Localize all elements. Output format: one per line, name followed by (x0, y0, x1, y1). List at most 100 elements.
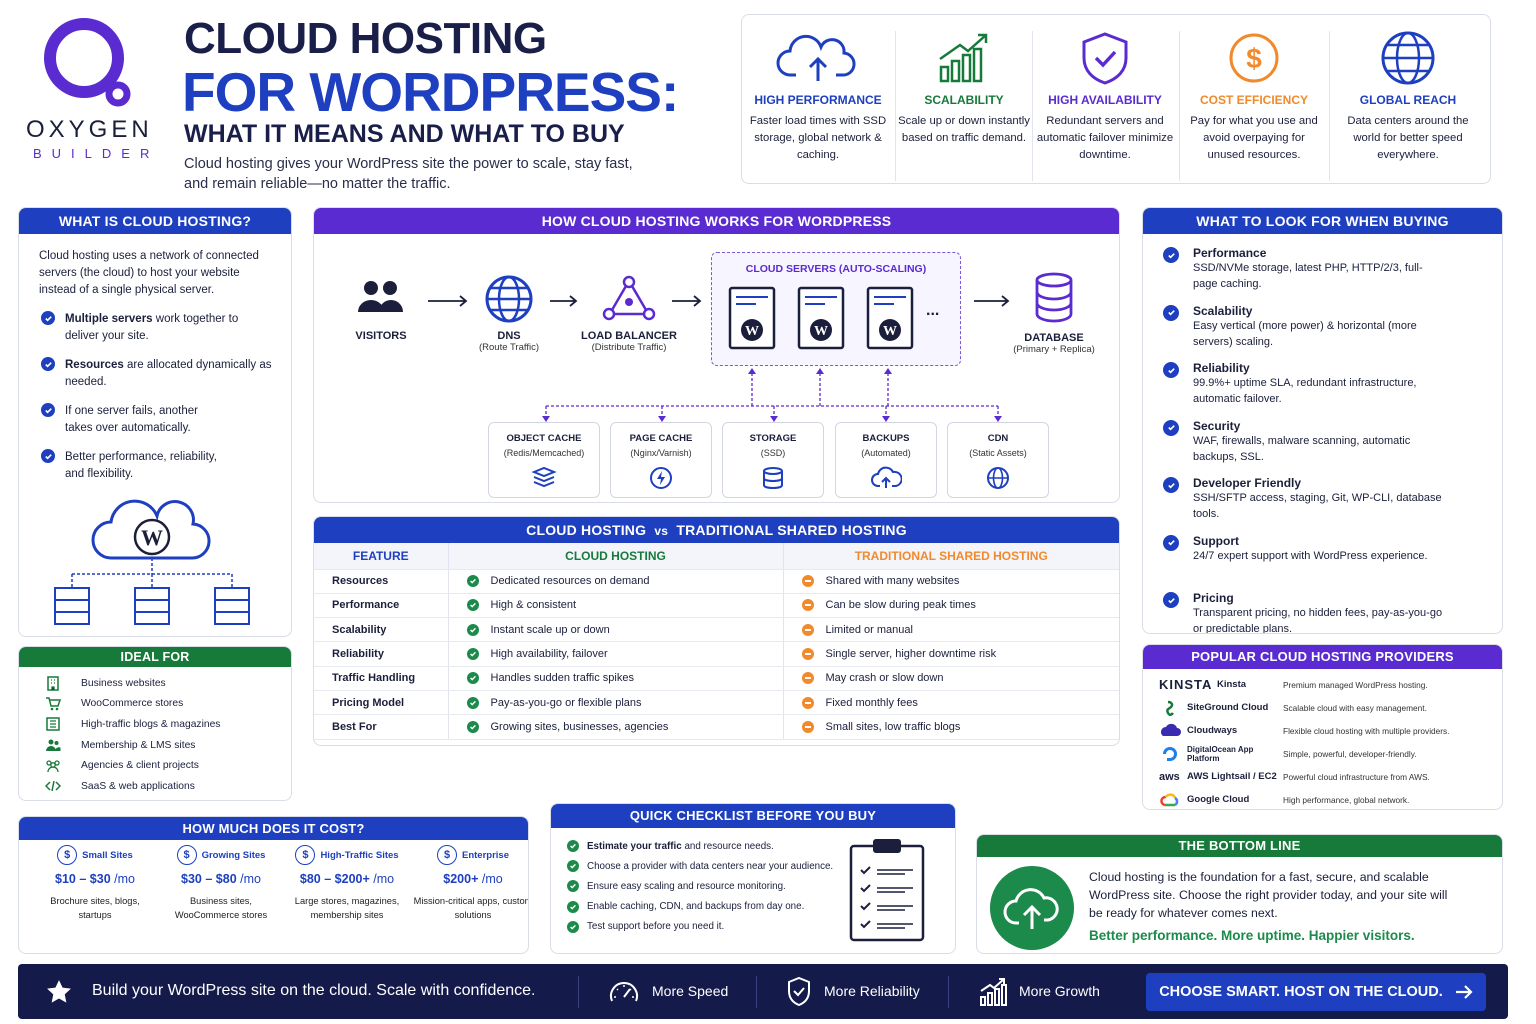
aws-logo: aws (1159, 770, 1180, 783)
benefit-global-reach: GLOBAL REACH Data centers around the wor… (1338, 31, 1478, 164)
provider-row: SiteGround Cloud Scalable cloud with easy… (1159, 696, 1502, 719)
comparison-row: Reliability High availability, failover Si… (314, 641, 1119, 667)
arrow-icon (428, 295, 468, 307)
minus-icon (801, 575, 814, 588)
check-icon (567, 880, 579, 893)
benefit-desc: Pay for what you use and avoid overpayin… (1190, 115, 1318, 161)
dollar-icon: $ (295, 845, 316, 865)
cost-panel: HOW MUCH DOES IT COST? $ Small Sites $10 –… (18, 816, 529, 954)
bottom-line-header: THE BOTTOM LINE (977, 835, 1502, 857)
comparison-row: Scalability Instant scale up or down Limit… (314, 617, 1119, 643)
arrow-right-icon (1455, 985, 1473, 999)
comparison-row: Performance High & consistent Can be slow … (314, 593, 1119, 619)
bottom-line-panel: THE BOTTOM LINE Cloud hosting is the fou… (976, 834, 1503, 954)
comparison-row: Resources Dedicated resources on demand Sh… (314, 569, 1119, 594)
cdn-component: CDN (Static Assets) (947, 422, 1049, 498)
building-icon (47, 676, 59, 692)
buying-criterion: Security WAF, firewalls, malware scanning… (1163, 419, 1502, 477)
what-is-intro: Cloud hosting uses a network of connecte… (39, 250, 259, 296)
what-is-point: Resources are allocated dynamically as n… (41, 357, 275, 391)
ideal-item: Business websites (45, 673, 291, 694)
backups-component: BACKUPS (Automated) (835, 422, 937, 498)
buying-header: WHAT TO LOOK FOR WHEN BUYING (1143, 208, 1502, 234)
comparison-row: Best For Growing sites, businesses, agenc… (314, 714, 1119, 740)
oxygen-logo-icon (42, 16, 134, 108)
database-node: DATABASE (Primary + Replica) (1006, 272, 1102, 355)
checklist-header: QUICK CHECKLIST BEFORE YOU BUY (551, 804, 955, 828)
brand-sub: BUILDER (33, 146, 160, 161)
page-cache-component: PAGE CACHE (Nginx/Varnish) (610, 422, 712, 498)
dollar-icon: $ (1229, 33, 1279, 83)
title-line1: CLOUD HOSTING (184, 14, 547, 63)
provider-row: Cloudways Flexible cloud hosting with mul… (1159, 719, 1502, 742)
check-icon (1163, 534, 1179, 551)
wordpress-servers: WWW (728, 286, 914, 350)
check-icon (1163, 304, 1179, 321)
benefit-high-availability: HIGH AVAILABILITY Redundant servers and … (1035, 31, 1175, 164)
buying-guide-panel: WHAT TO LOOK FOR WHEN BUYING Performance… (1142, 207, 1503, 634)
benefit-title: COST EFFICIENCY (1199, 93, 1308, 107)
cta-button[interactable]: CHOOSE SMART. HOST ON THE CLOUD. (1146, 973, 1486, 1011)
check-icon (1163, 419, 1179, 436)
check-icon (1163, 592, 1179, 608)
buying-criterion: Developer Friendly SSH/SFTP access, stagi… (1163, 476, 1502, 534)
users-icon (46, 739, 61, 752)
database-icon (1035, 272, 1073, 323)
dollar-icon: $ (437, 845, 457, 865)
check-icon (1163, 362, 1179, 378)
more-speed-label: More Speed (652, 983, 729, 999)
cart-icon (46, 697, 61, 711)
shield-check-icon (788, 976, 810, 1007)
benefits-panel: HIGH PERFORMANCE Faster load times with … (741, 14, 1491, 184)
footer-bar: Build your WordPress site on the cloud. … (18, 964, 1508, 1019)
ideal-item: Membership & LMS sites (45, 735, 291, 756)
check-icon (41, 403, 55, 417)
visitors-icon (358, 281, 403, 312)
provider-row: Google Cloud High performance, global net… (1159, 788, 1502, 809)
check-icon (466, 599, 479, 612)
minus-icon (801, 648, 814, 661)
check-icon (567, 840, 579, 853)
cloud-upload-icon (776, 34, 856, 81)
benefit-high-performance: HIGH PERFORMANCE Faster load times with … (748, 31, 888, 164)
load-balancer-node: LOAD BALANCER (Distribute Traffic) (580, 274, 678, 353)
checklist-panel: QUICK CHECKLIST BEFORE YOU BUY Estimate … (550, 803, 956, 954)
check-icon (466, 720, 479, 733)
check-icon (1163, 477, 1179, 493)
check-icon (41, 311, 55, 325)
providers-header: POPULAR CLOUD HOSTING PROVIDERS (1143, 645, 1502, 669)
bottom-line-tagline: Better performance. More uptime. Happier… (1089, 928, 1415, 943)
cloud-servers-illustration: W (54, 499, 250, 625)
shield-check-icon (1082, 32, 1128, 85)
minus-icon (801, 720, 814, 733)
check-icon (466, 623, 479, 636)
growth-chart-icon (939, 33, 988, 83)
dns-node: DNS (Route Traffic) (474, 274, 544, 353)
check-icon (567, 900, 579, 913)
benefit-title: GLOBAL REACH (1359, 93, 1457, 107)
check-icon (567, 920, 579, 933)
check-icon (466, 575, 479, 588)
comparison-panel: CLOUD HOSTING vs TRADITIONAL SHARED HOST… (313, 516, 1120, 746)
cost-tier: $ Small Sites $10 – $30 /mo Brochure sites,… (33, 845, 157, 922)
svg-text:W: W (814, 324, 828, 339)
storage-component: STORAGE (SSD) (722, 422, 824, 498)
layers-icon (531, 466, 557, 488)
code-icon (45, 781, 61, 792)
benefit-cost-efficiency: $ COST EFFICIENCY Pay for what you use a… (1184, 31, 1324, 164)
provider-row: aws AWS Lightsail / EC2 Powerful cloud inf… (1159, 770, 1430, 783)
google-cloud-icon (1160, 792, 1179, 806)
benefit-desc: Faster load times with SSD storage, glob… (749, 115, 887, 161)
svg-text:W: W (141, 525, 163, 550)
svg-text:W: W (745, 324, 759, 339)
cloud-upload-icon (871, 466, 902, 488)
lightning-icon (650, 467, 672, 489)
footer-text: Build your WordPress site on the cloud. … (92, 982, 536, 999)
buying-criterion: Support 24/7 expert support with WordPres… (1163, 534, 1502, 592)
what-is-point: Better performance, reliability, and fle… (41, 449, 275, 483)
speedometer-icon (610, 982, 638, 1002)
arrow-icon (550, 295, 578, 307)
more-servers: ... (926, 302, 940, 319)
ideal-item: High-traffic blogs & magazines (45, 714, 291, 735)
check-icon (466, 648, 479, 661)
